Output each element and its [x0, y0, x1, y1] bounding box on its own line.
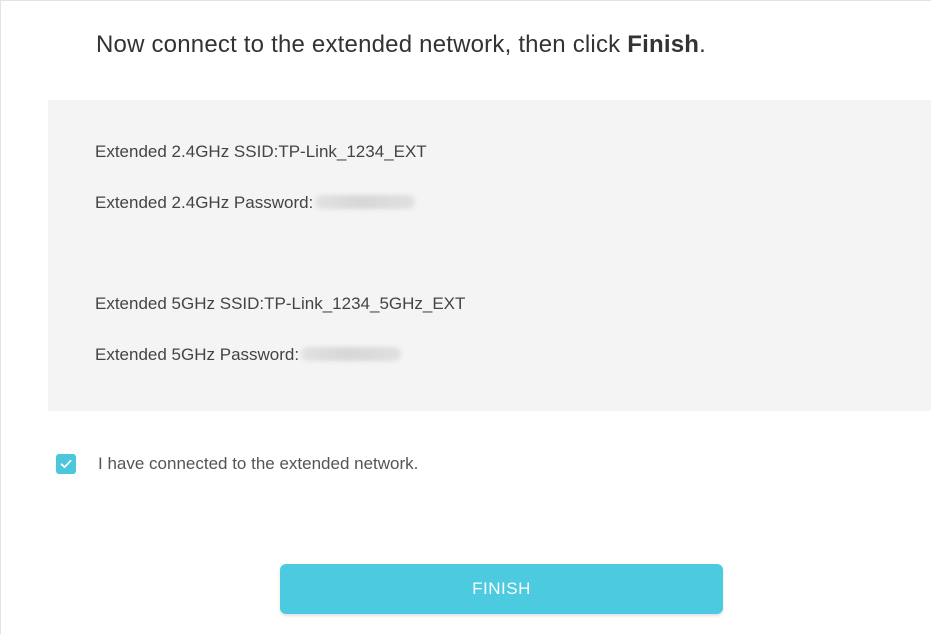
checkmark-icon	[60, 459, 72, 469]
password-5ghz-row: Extended 5GHz Password:	[95, 345, 402, 365]
password-5ghz-value-obscured	[301, 346, 402, 361]
password-24ghz-label: Extended 2.4GHz Password:	[95, 193, 314, 212]
ssid-24ghz-label: Extended 2.4GHz SSID:	[95, 142, 279, 161]
ssid-5ghz-label: Extended 5GHz SSID:	[95, 294, 265, 313]
extended-network-info-panel: Extended 2.4GHz SSID:TP-Link_1234_EXT Ex…	[48, 100, 931, 411]
instruction-prefix: Now connect to the extended network, the…	[96, 31, 628, 58]
finish-button[interactable]: FINISH	[280, 564, 723, 614]
ssid-24ghz-value: TP-Link_1234_EXT	[278, 142, 427, 161]
password-24ghz-value-obscured	[315, 194, 416, 209]
finish-step-panel: Now connect to the extended network, the…	[0, 0, 931, 634]
ssid-5ghz-value: TP-Link_1234_5GHz_EXT	[264, 294, 466, 313]
connected-checkbox-label: I have connected to the extended network…	[98, 454, 419, 473]
connected-checkbox[interactable]	[56, 454, 76, 474]
password-24ghz-row: Extended 2.4GHz Password:	[95, 193, 416, 213]
instruction-heading: Now connect to the extended network, the…	[96, 31, 706, 59]
ssid-5ghz-row: Extended 5GHz SSID:TP-Link_1234_5GHz_EXT	[95, 294, 465, 314]
password-5ghz-label: Extended 5GHz Password:	[95, 345, 300, 364]
instruction-finish-word: Finish	[627, 31, 700, 58]
connected-confirmation[interactable]: I have connected to the extended network…	[56, 454, 418, 474]
instruction-suffix: .	[699, 31, 706, 58]
ssid-24ghz-row: Extended 2.4GHz SSID:TP-Link_1234_EXT	[95, 142, 427, 162]
